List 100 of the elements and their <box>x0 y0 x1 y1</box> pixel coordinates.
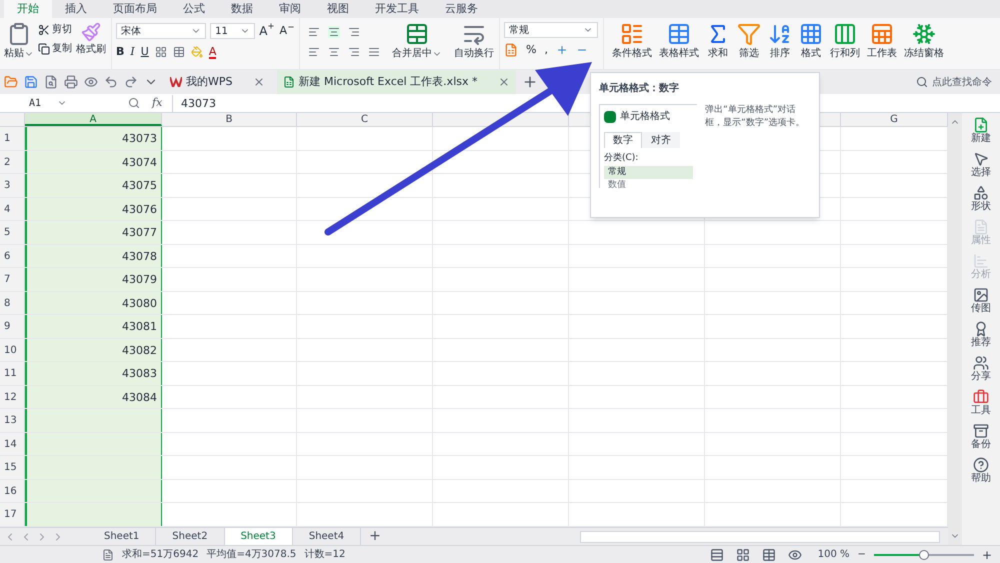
add-sheet-button[interactable]: + <box>361 526 389 547</box>
ribbon-tool-button[interactable]: 求和 <box>706 22 730 61</box>
ribbon-tool-button[interactable]: 筛选 <box>737 22 761 61</box>
ribbon-tool-button[interactable]: 表格样式 <box>659 22 699 61</box>
row-header[interactable]: 15 <box>0 456 25 478</box>
ribbon-tool-button[interactable]: 行和列 <box>830 22 860 61</box>
reading-view-icon[interactable] <box>788 548 802 562</box>
layout-view-icon[interactable] <box>762 548 776 562</box>
ribbon-tool-button[interactable]: 排序 <box>768 22 792 61</box>
increase-decimal-icon[interactable] <box>556 44 568 56</box>
row-header[interactable]: 7 <box>0 268 25 290</box>
italic-button[interactable]: I <box>130 44 135 60</box>
align-middle-icon[interactable] <box>328 26 340 38</box>
ribbon-tool-button[interactable]: 条件格式 <box>612 22 652 61</box>
row-header[interactable]: 1 <box>0 127 25 150</box>
row-header[interactable]: 10 <box>0 338 25 361</box>
ribbon-tool-button[interactable]: 工作表 <box>867 22 897 61</box>
zoom-out-button[interactable]: − <box>854 547 870 562</box>
row-header[interactable]: 3 <box>0 174 25 196</box>
row-header[interactable]: 16 <box>0 480 25 502</box>
row-header[interactable]: 11 <box>0 362 25 384</box>
sidebar-button[interactable]: 传图 <box>971 287 991 315</box>
align-right-icon[interactable] <box>348 46 360 58</box>
font-size-field[interactable]: 11 <box>210 23 256 39</box>
new-tab-icon[interactable] <box>522 74 538 90</box>
wrap-text-button[interactable]: 自动换行 <box>454 22 494 69</box>
menu-tab[interactable]: 页面布局 <box>100 0 170 18</box>
align-left-icon[interactable] <box>308 46 320 58</box>
preview-icon[interactable] <box>84 75 98 89</box>
sidebar-button[interactable]: 工具 <box>971 389 991 417</box>
menu-tab[interactable]: 审阅 <box>266 0 314 18</box>
menu-tab[interactable]: 公式 <box>170 0 218 18</box>
percent-button[interactable]: % <box>526 42 536 58</box>
sidebar-button[interactable]: 形状 <box>971 185 991 213</box>
justify-icon[interactable] <box>368 46 380 58</box>
command-search-field[interactable]: 点此查找命令 <box>916 74 996 90</box>
sidebar-button[interactable]: 分享 <box>971 355 991 383</box>
status-icon[interactable] <box>102 548 114 560</box>
currency-icon[interactable] <box>504 43 518 58</box>
sidebar-button[interactable]: 新建 <box>971 117 991 145</box>
undo-icon[interactable] <box>104 75 118 89</box>
row-header[interactable]: 6 <box>0 244 25 267</box>
zoom-in-button[interactable]: + <box>978 546 996 563</box>
menu-tab[interactable]: 插入 <box>52 0 100 18</box>
sidebar-button[interactable]: 选择 <box>971 151 991 179</box>
ribbon-tool-button[interactable]: 冻结窗格 <box>904 22 944 61</box>
paste-button[interactable]: 粘贴 <box>4 22 34 61</box>
sidebar-button[interactable]: 推荐 <box>971 321 991 349</box>
number-format-field[interactable]: 常规 <box>504 22 598 38</box>
redo-icon[interactable] <box>124 75 138 89</box>
ribbon-tool-button[interactable]: 格式 <box>799 22 823 61</box>
function-label[interactable]: fx <box>152 94 172 112</box>
horizontal-scrollbar[interactable] <box>580 530 940 542</box>
row-header[interactable]: 5 <box>0 221 25 244</box>
save-icon[interactable] <box>24 75 38 89</box>
column-header[interactable]: A <box>25 113 162 126</box>
print-icon[interactable] <box>64 75 78 89</box>
row-header[interactable]: 13 <box>0 409 25 432</box>
cut-button[interactable]: 剪切 <box>38 22 72 37</box>
bold-button[interactable]: B <box>116 44 124 60</box>
column-header[interactable]: B <box>162 113 297 126</box>
normal-view-icon[interactable] <box>710 548 724 562</box>
zoom-slider-thumb[interactable] <box>918 550 929 560</box>
document-tab[interactable]: 新建 Microsoft Excel 工作表.xlsx * <box>276 70 516 94</box>
close-icon[interactable] <box>498 76 510 88</box>
grow-font-button[interactable]: A <box>259 22 276 40</box>
underline-button[interactable]: U <box>140 44 149 60</box>
open-icon[interactable] <box>4 75 18 89</box>
page-break-view-icon[interactable] <box>736 548 750 562</box>
shrink-font-button[interactable]: A <box>279 22 295 40</box>
menu-tab[interactable]: 开始 <box>4 0 52 18</box>
copy-button[interactable]: 复制 <box>38 41 72 56</box>
row-header[interactable]: 9 <box>0 315 25 338</box>
row-header[interactable]: 4 <box>0 198 25 220</box>
font-color-button[interactable]: A <box>208 46 216 59</box>
align-center-icon[interactable] <box>328 46 340 58</box>
sidebar-button[interactable]: 备份 <box>971 423 991 451</box>
zoom-lens-icon[interactable] <box>128 97 140 109</box>
menu-tab[interactable]: 数据 <box>218 0 266 18</box>
row-header[interactable]: 8 <box>0 292 25 314</box>
sheet-tab[interactable]: Sheet3 <box>224 528 293 546</box>
sidebar-button[interactable]: 帮助 <box>971 457 991 485</box>
merge-center-button[interactable]: 合并居中 <box>392 22 442 69</box>
cell-style-icon[interactable] <box>172 46 185 58</box>
document-tab[interactable]: 我的WPS <box>164 70 270 94</box>
close-icon[interactable] <box>252 76 264 88</box>
column-header[interactable]: C <box>297 113 433 126</box>
comma-button[interactable]: , <box>544 42 548 58</box>
menu-tab[interactable]: 开发工具 <box>362 0 432 18</box>
vertical-scrollbar[interactable] <box>948 113 962 545</box>
row-header[interactable]: 14 <box>0 432 25 455</box>
align-top-icon[interactable] <box>308 26 320 38</box>
fill-color-icon[interactable] <box>190 46 203 58</box>
align-bottom-icon[interactable] <box>348 26 360 38</box>
row-header[interactable]: 17 <box>0 503 25 526</box>
border-icon[interactable] <box>154 46 167 58</box>
name-box[interactable]: A1 <box>0 94 96 112</box>
row-header[interactable]: 2 <box>0 150 25 173</box>
font-name-field[interactable]: 宋体 <box>116 23 206 39</box>
menu-tab[interactable]: 云服务 <box>432 0 491 18</box>
